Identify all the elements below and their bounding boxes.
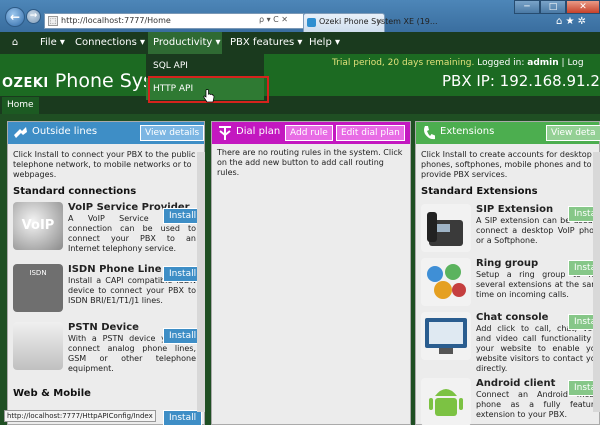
list-item: PSTN Device With a PSTN device you can c…	[13, 322, 203, 380]
extensions-desc: Click Install to create accounts for des…	[421, 150, 592, 179]
pbx-ip: PBX IP: 192.168.91.20	[442, 72, 600, 90]
product-name: Phone Sys	[54, 70, 153, 92]
status-url: http://localhost:7777/HttpAPIConfig/Inde…	[4, 410, 156, 422]
browser-tab[interactable]: Ozeki Phone System XE (19... ✕	[303, 13, 438, 32]
android-icon	[421, 378, 471, 425]
breadcrumb-bar: Home	[0, 96, 600, 114]
dial-plan-title: Dial plan	[236, 126, 281, 137]
forward-button[interactable]: →	[26, 9, 41, 24]
dial-plan-header: Dial plan Add rule Edit dial plan	[212, 122, 410, 144]
tab-close-icon[interactable]: ✕	[376, 17, 383, 26]
dial-plan-icon	[219, 126, 231, 140]
item-desc: Add click to call, chat, voice and video…	[476, 324, 600, 373]
page-icon: ⬚	[48, 16, 58, 26]
item-name: ISDN Phone Line	[68, 264, 162, 275]
trial-notice: Trial period, 20 days remaining. Logged …	[332, 58, 584, 68]
browser-toolbar-icons[interactable]: ⌂ ★ ✲	[556, 16, 586, 27]
window-controls: ─ □ ✕	[514, 0, 600, 14]
outside-lines-header: Outside lines View details	[8, 122, 205, 144]
menu-help[interactable]: Help ▾	[309, 32, 340, 54]
address-bar[interactable]: ⬚ http://localhost:7777/Home ρ ▾ C ✕	[44, 13, 304, 29]
ozeki-icon	[307, 18, 316, 27]
phone-icon	[424, 126, 435, 140]
view-details-button[interactable]: View deta	[546, 125, 600, 141]
list-item: VoIP VoIP Service Provider A VoIP Servic…	[13, 202, 203, 260]
install-button[interactable]: Install	[163, 410, 203, 425]
item-name: Ring group	[476, 258, 539, 269]
address-controls[interactable]: ρ ▾ C ✕	[259, 15, 288, 24]
minimize-button[interactable]: ─	[514, 0, 540, 14]
logo-text: OZEKI	[2, 76, 49, 91]
dial-plan-desc: There are no routing rules in the system…	[217, 148, 403, 177]
isdn-icon: ISDN	[13, 264, 63, 312]
chat-console-icon	[421, 312, 471, 360]
menu-pbx-features[interactable]: PBX features ▾	[230, 32, 302, 54]
app-header: OZEKI Phone Sys Trial period, 20 days re…	[0, 54, 600, 96]
main-menu: ⌂ File ▾ Connections ▾ Productivity ▾ PB…	[0, 32, 600, 54]
menu-connections[interactable]: Connections ▾	[75, 32, 145, 54]
scrollbar[interactable]	[593, 152, 600, 412]
standard-connections-heading: Standard connections	[13, 186, 137, 197]
menu-productivity[interactable]: Productivity ▾	[148, 32, 222, 54]
extensions-header: Extensions View deta	[416, 122, 600, 144]
address-text[interactable]: http://localhost:7777/Home	[61, 16, 171, 25]
outside-lines-desc: Click Install to connect your PBX to the…	[13, 150, 196, 179]
item-name: Android client	[476, 378, 556, 389]
list-item: Android client Connect an Android mobile…	[421, 378, 600, 425]
logout-link[interactable]: Log	[567, 58, 583, 68]
back-button[interactable]: ←	[5, 7, 25, 27]
outside-lines-icon	[14, 127, 27, 138]
edit-dial-plan-button[interactable]: Edit dial plan	[336, 125, 405, 141]
list-item: ISDN ISDN Phone Line Install a CAPI comp…	[13, 264, 203, 322]
outside-lines-panel: Outside lines View details Click Install…	[7, 121, 205, 425]
extensions-panel: Extensions View deta Click Install to cr…	[415, 121, 600, 425]
item-name: Chat console	[476, 312, 549, 323]
web-mobile-heading: Web & Mobile	[13, 388, 91, 399]
scrollbar[interactable]	[197, 152, 205, 412]
voip-icon: VoIP	[13, 202, 63, 250]
close-button[interactable]: ✕	[566, 0, 600, 14]
pstn-device-icon	[13, 322, 63, 370]
outside-lines-title: Outside lines	[32, 126, 98, 137]
menu-item-sql-api[interactable]: SQL API	[146, 55, 264, 77]
trial-text: Trial period, 20 days remaining.	[332, 58, 475, 68]
desk-phone-icon	[421, 204, 471, 252]
dial-plan-panel: Dial plan Add rule Edit dial plan There …	[211, 121, 411, 425]
home-icon[interactable]: ⌂	[8, 32, 22, 54]
user-name: admin	[527, 58, 559, 68]
logged-in-label: Logged in:	[477, 58, 525, 68]
breadcrumb-home[interactable]: Home	[2, 97, 39, 114]
menu-file[interactable]: File ▾	[40, 32, 65, 54]
list-item: Ring group Setup a ring group to ring se…	[421, 258, 600, 316]
item-name: SIP Extension	[476, 204, 554, 215]
app-logo: OZEKI Phone Sys	[2, 70, 153, 92]
add-rule-button[interactable]: Add rule	[285, 125, 333, 141]
extensions-title: Extensions	[440, 126, 495, 137]
hand-cursor-icon	[203, 89, 215, 103]
separator: |	[561, 58, 565, 68]
item-name: PSTN Device	[68, 322, 139, 333]
view-details-button[interactable]: View details	[140, 125, 205, 141]
standard-extensions-heading: Standard Extensions	[421, 186, 538, 197]
list-item: Chat console Add click to call, chat, vo…	[421, 312, 600, 373]
maximize-button[interactable]: □	[540, 0, 566, 14]
list-item: SIP Extension A SIP extension can be use…	[421, 204, 600, 262]
ring-group-icon	[421, 258, 471, 306]
